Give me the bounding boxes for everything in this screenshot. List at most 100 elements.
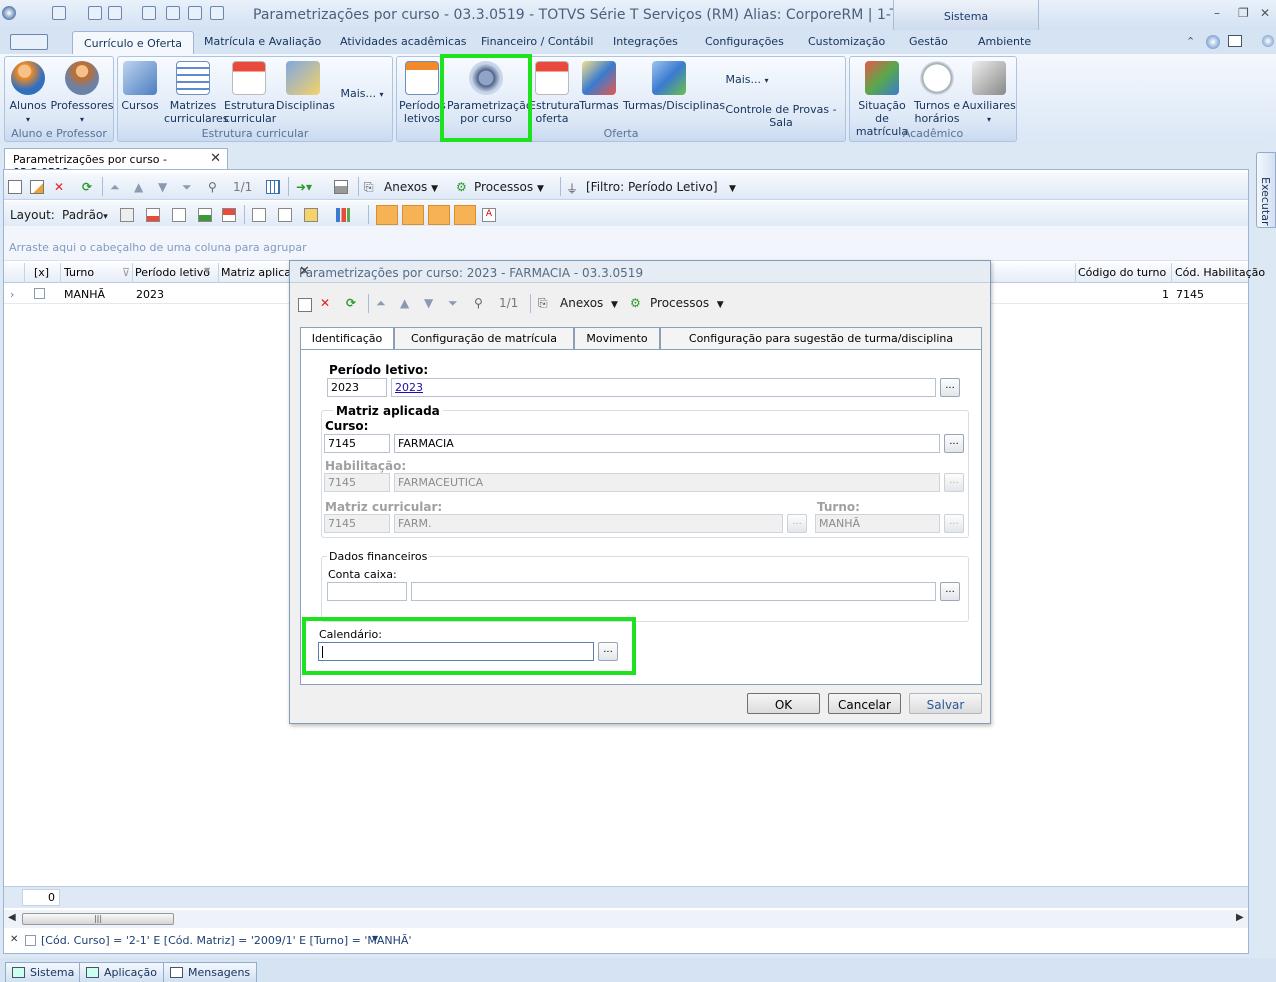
grid-view-icon[interactable] bbox=[266, 180, 280, 194]
cancel-button[interactable]: Cancelar bbox=[828, 693, 901, 714]
header-periodo-letivo[interactable]: Período letivo bbox=[135, 266, 210, 279]
window-layout-icon[interactable] bbox=[1228, 35, 1242, 47]
filter-toggle-checkbox[interactable] bbox=[25, 935, 36, 946]
last-record-icon[interactable]: ⏷ bbox=[182, 180, 192, 195]
conta-caixa-code-input[interactable] bbox=[327, 582, 407, 601]
turmas-button[interactable]: Turmas bbox=[579, 61, 619, 112]
executar-side-tab[interactable]: Executar bbox=[1256, 152, 1276, 228]
restore-button[interactable]: ❐ bbox=[1238, 6, 1249, 20]
controle-provas-sala-button[interactable]: Controle de Provas - Sala bbox=[717, 103, 845, 129]
close-window-button[interactable]: ✕ bbox=[1260, 6, 1270, 20]
horizontal-scrollbar[interactable]: ◀ ||| ▶ bbox=[4, 910, 1248, 928]
dialog-binoculars-icon[interactable]: ⚲ bbox=[474, 296, 483, 310]
mensagens-status-button[interactable]: Mensagens bbox=[163, 962, 258, 982]
view-mode-4-icon[interactable] bbox=[454, 205, 476, 225]
tab-movimento[interactable]: Movimento bbox=[574, 327, 660, 349]
mais-estrutura-button[interactable]: Mais... ▾ bbox=[332, 87, 392, 101]
group-by-area[interactable]: Arraste aqui o cabeçalho de uma coluna p… bbox=[4, 226, 1248, 261]
sistema-context-tab[interactable]: Sistema bbox=[893, 0, 1039, 30]
collapse-ribbon-icon[interactable]: ⌃ bbox=[1186, 35, 1195, 48]
quick-access-new-icon[interactable] bbox=[88, 6, 102, 20]
sort-icon[interactable] bbox=[278, 208, 292, 222]
estrutura-oferta-button[interactable]: Estrutura oferta bbox=[529, 61, 580, 125]
clear-filter-icon[interactable]: ✕ bbox=[10, 934, 18, 945]
dialog-prev-icon[interactable]: ▲ bbox=[400, 296, 409, 310]
ok-button[interactable]: OK bbox=[747, 693, 820, 714]
chart-icon[interactable] bbox=[336, 208, 350, 222]
periodo-letivo-lookup-button[interactable]: ... bbox=[940, 378, 960, 397]
layout-save-icon[interactable] bbox=[120, 208, 134, 222]
dialog-refresh-icon[interactable]: ⟳ bbox=[346, 296, 356, 310]
cursos-button[interactable]: Cursos bbox=[120, 61, 160, 112]
app-logo-icon[interactable] bbox=[2, 6, 16, 20]
row-checkbox[interactable] bbox=[34, 288, 45, 299]
disciplinas-button[interactable]: Disciplinas bbox=[276, 61, 335, 112]
quick-access-globe-icon[interactable] bbox=[52, 6, 66, 20]
export-arrow-icon[interactable]: ➜▾ bbox=[296, 180, 312, 194]
tab-configuracao-matricula[interactable]: Configuração de matrícula bbox=[394, 327, 574, 349]
periodo-letivo-code-input[interactable]: 2023 bbox=[327, 378, 387, 397]
tab-atividades-academicas[interactable]: Atividades acadêmicas bbox=[340, 35, 467, 48]
aplicacao-status-button[interactable]: Aplicação bbox=[79, 962, 164, 982]
app-menu-button[interactable] bbox=[10, 34, 48, 50]
dialog-next-icon[interactable]: ▼ bbox=[424, 296, 433, 310]
conta-caixa-lookup-button[interactable]: ... bbox=[940, 582, 960, 601]
periodo-letivo-desc-input[interactable]: 2023 bbox=[391, 378, 936, 397]
header-codigo-turno[interactable]: Código do turno bbox=[1078, 266, 1166, 279]
minimize-button[interactable]: – bbox=[1214, 6, 1220, 20]
group-by-icon[interactable] bbox=[252, 208, 266, 222]
alunos-button[interactable]: Alunos ▾ bbox=[7, 61, 49, 126]
curso-code-input[interactable]: 7145 bbox=[324, 434, 390, 453]
tab-financeiro-contabil[interactable]: Financeiro / Contábil bbox=[481, 35, 593, 48]
filter-dropdown-icon[interactable]: ▼ bbox=[372, 934, 378, 943]
header-turno[interactable]: Turno bbox=[64, 266, 94, 279]
tab-ambiente[interactable]: Ambiente bbox=[978, 35, 1031, 48]
auxiliares-button[interactable]: Auxiliares ▾ bbox=[962, 61, 1016, 126]
periodo-letivo-link[interactable]: 2023 bbox=[395, 381, 423, 394]
tab-customizacao[interactable]: Customização bbox=[808, 35, 885, 48]
quick-access-help-icon[interactable] bbox=[188, 6, 202, 20]
conta-caixa-desc-input[interactable] bbox=[411, 582, 936, 601]
scroll-thumb[interactable]: ||| bbox=[22, 913, 174, 925]
help-globe-icon[interactable] bbox=[1206, 35, 1220, 49]
header-select-all[interactable]: [x] bbox=[34, 266, 49, 279]
first-record-icon[interactable]: ⏶ bbox=[110, 180, 120, 195]
quick-access-play-icon[interactable] bbox=[142, 6, 156, 20]
mais-oferta-button[interactable]: Mais... ▾ bbox=[717, 73, 777, 87]
turmas-disciplinas-button[interactable]: Turmas/Disciplinas bbox=[623, 61, 725, 112]
estrutura-curricular-button[interactable]: Estrutura curricular bbox=[224, 61, 276, 125]
new-record-icon[interactable] bbox=[8, 180, 22, 194]
edit-record-icon[interactable] bbox=[30, 180, 44, 194]
dialog-first-icon[interactable]: ⏶ bbox=[376, 296, 386, 311]
scroll-right-icon[interactable]: ▶ bbox=[1236, 912, 1244, 923]
sistema-status-button[interactable]: Sistema bbox=[5, 962, 82, 982]
previous-record-icon[interactable]: ▲ bbox=[134, 180, 143, 194]
view-mode-1-icon[interactable] bbox=[376, 205, 398, 225]
delete-record-icon[interactable]: ✕ bbox=[54, 180, 64, 194]
filter-expression[interactable]: [Cód. Curso] = '2-1' E [Cód. Matriz] = '… bbox=[41, 934, 411, 947]
quick-access-copy-icon[interactable] bbox=[210, 6, 224, 20]
matrizes-curriculares-button[interactable]: Matrizes curriculares bbox=[164, 61, 229, 125]
dialog-close-icon[interactable]: ✕ bbox=[299, 264, 982, 279]
next-record-icon[interactable]: ▼ bbox=[158, 180, 167, 194]
summary-icon[interactable] bbox=[304, 208, 318, 222]
info-icon[interactable] bbox=[1262, 35, 1274, 47]
dialog-new-icon[interactable] bbox=[298, 298, 312, 312]
tab-matricula-avaliacao[interactable]: Matrícula e Avaliação bbox=[204, 35, 321, 48]
save-button[interactable]: Salvar bbox=[909, 693, 982, 714]
layout-columns-icon[interactable] bbox=[172, 208, 186, 222]
quick-access-tools-icon[interactable] bbox=[166, 6, 180, 20]
processos-menu[interactable]: Processos ▼ bbox=[474, 180, 544, 194]
refresh-icon[interactable]: ⟳ bbox=[82, 180, 92, 194]
document-tab[interactable]: Parametrizações por curso - 03.3.0519 ✕ bbox=[4, 148, 228, 179]
dialog-processos-menu[interactable]: Processos ▼ bbox=[650, 296, 724, 310]
dialog-last-icon[interactable]: ⏷ bbox=[448, 296, 458, 311]
text-format-icon[interactable]: A bbox=[482, 208, 496, 222]
tab-gestao[interactable]: Gestão bbox=[909, 35, 948, 48]
close-document-tab-icon[interactable]: ✕ bbox=[210, 151, 221, 166]
tab-configuracao-sugestao[interactable]: Configuração para sugestão de turma/disc… bbox=[660, 327, 982, 349]
curso-lookup-button[interactable]: ... bbox=[944, 434, 964, 453]
anexos-menu[interactable]: Anexos ▼ bbox=[384, 180, 438, 194]
turnos-horarios-button[interactable]: Turnos e horários bbox=[912, 61, 962, 125]
dialog-delete-icon[interactable]: ✕ bbox=[320, 296, 330, 310]
